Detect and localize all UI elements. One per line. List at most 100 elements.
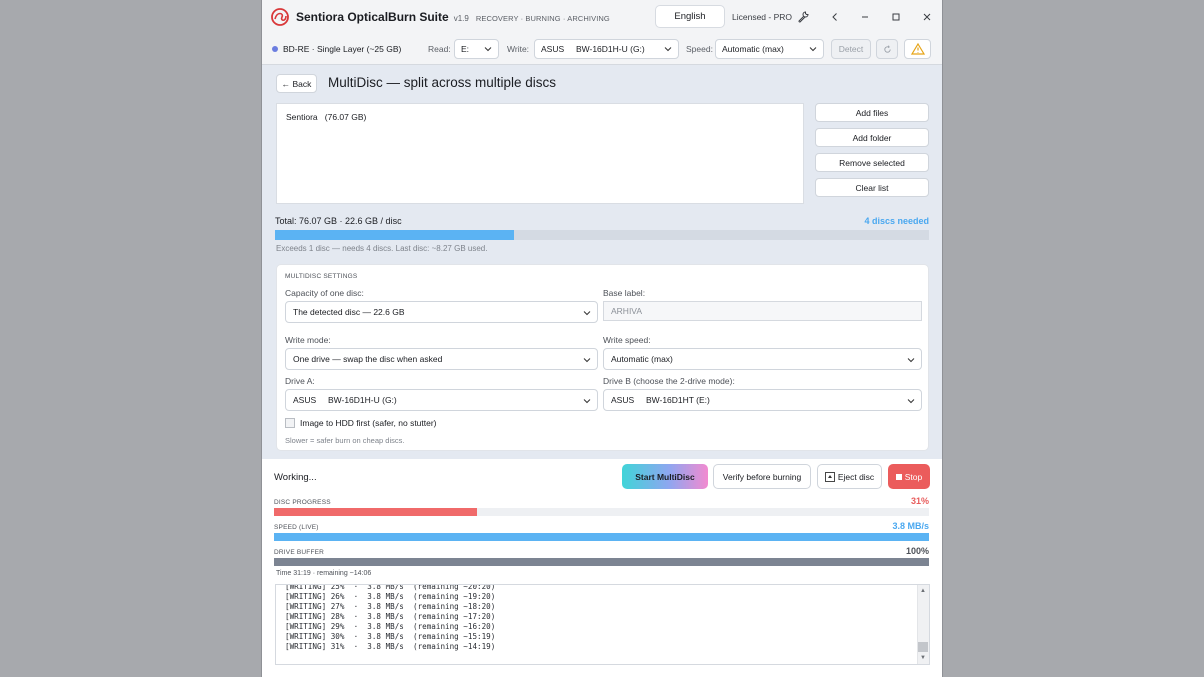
capacity-select[interactable]: The detected disc — 22.6 GB bbox=[285, 301, 598, 323]
close-icon[interactable] bbox=[919, 9, 935, 25]
drive-a-label: Drive A: bbox=[285, 376, 315, 386]
burn-log[interactable]: [WRITING] 25% · 3.8 MB/s (remaining ~20:… bbox=[275, 584, 930, 665]
chevron-down-icon bbox=[907, 399, 915, 404]
log-line: [WRITING] 25% · 3.8 MB/s (remaining ~20:… bbox=[285, 584, 496, 591]
write-mode-label: Write mode: bbox=[285, 335, 331, 345]
write-label: Write: bbox=[507, 44, 530, 54]
drive-b-select[interactable]: ASUS BW-16D1HT (E:) bbox=[603, 389, 922, 411]
app-version: v1.9 bbox=[453, 13, 469, 23]
wrench-icon[interactable] bbox=[795, 9, 811, 25]
disc-progress-value: 31% bbox=[910, 496, 929, 506]
chevron-down-icon bbox=[907, 358, 915, 363]
refresh-icon[interactable] bbox=[876, 39, 898, 59]
eject-disc-button[interactable]: Eject disc bbox=[817, 464, 882, 489]
write-speed-value: Automatic (max) bbox=[611, 354, 673, 364]
base-label-input[interactable]: ARHIVA bbox=[603, 301, 922, 321]
clear-list-button[interactable]: Clear list bbox=[815, 178, 929, 197]
image-to-hdd-checkbox[interactable] bbox=[285, 418, 295, 428]
disc-progress-fill bbox=[274, 508, 478, 516]
read-drive-select[interactable]: E: bbox=[454, 39, 499, 59]
write-drive-select[interactable]: ASUS BW-16D1H-U (G:) bbox=[534, 39, 679, 59]
app-logo-icon bbox=[271, 8, 289, 26]
detect-button[interactable]: Detect bbox=[831, 39, 871, 59]
image-to-hdd-label: Image to HDD first (safer, no stutter) bbox=[300, 418, 437, 428]
disc-progress-label: DISC PROGRESS bbox=[274, 499, 331, 506]
drive-buffer-fill bbox=[274, 558, 929, 566]
add-folder-button[interactable]: Add folder bbox=[815, 128, 929, 147]
list-item[interactable]: Sentiora (76.07 GB) bbox=[286, 112, 366, 122]
scroll-thumb[interactable] bbox=[918, 642, 928, 652]
file-name: Sentiora bbox=[286, 112, 318, 122]
disc-progress-bar bbox=[274, 508, 929, 516]
read-label: Read: bbox=[428, 44, 451, 54]
read-drive-value: E: bbox=[461, 44, 470, 54]
minimize-icon[interactable] bbox=[857, 9, 873, 25]
multidisc-settings-panel: MULTIDISC SETTINGS Capacity of one disc:… bbox=[276, 264, 929, 451]
log-line: [WRITING] 28% · 3.8 MB/s (remaining ~17:… bbox=[285, 612, 496, 621]
warning-icon[interactable] bbox=[904, 39, 931, 59]
stop-icon bbox=[895, 473, 902, 480]
file-list[interactable]: Sentiora (76.07 GB) bbox=[276, 103, 804, 204]
speed-live-value: 3.8 MB/s bbox=[892, 521, 929, 531]
scroll-up-icon[interactable]: ▲ bbox=[919, 587, 927, 595]
base-label-label: Base label: bbox=[603, 288, 646, 298]
chevron-down-icon bbox=[664, 47, 672, 52]
drive-b-value: ASUS BW-16D1HT (E:) bbox=[611, 395, 710, 405]
speed-bar bbox=[274, 533, 929, 541]
start-multidisc-button[interactable]: Start MultiDisc bbox=[622, 464, 708, 489]
capacity-value: The detected disc — 22.6 GB bbox=[293, 307, 405, 317]
drive-a-select[interactable]: ASUS BW-16D1H-U (G:) bbox=[285, 389, 598, 411]
capacity-note: Exceeds 1 disc — needs 4 discs. Last dis… bbox=[276, 244, 488, 253]
maximize-icon[interactable] bbox=[888, 9, 904, 25]
speed-select[interactable]: Automatic (max) bbox=[715, 39, 824, 59]
capacity-bar-fill bbox=[275, 230, 515, 240]
log-line: [WRITING] 26% · 3.8 MB/s (remaining ~19:… bbox=[285, 592, 496, 601]
write-speed-select[interactable]: Automatic (max) bbox=[603, 348, 922, 370]
status-text: Working... bbox=[274, 472, 317, 483]
verify-button[interactable]: Verify before burning bbox=[713, 464, 811, 489]
speed-live-label: SPEED (LIVE) bbox=[274, 524, 319, 531]
discs-needed: 4 discs needed bbox=[864, 216, 929, 226]
stop-label: Stop bbox=[904, 471, 923, 482]
log-scrollbar[interactable]: ▲ ▼ bbox=[917, 585, 929, 664]
log-line: [WRITING] 27% · 3.8 MB/s (remaining ~18:… bbox=[285, 602, 496, 611]
scroll-down-icon[interactable]: ▼ bbox=[919, 654, 927, 662]
language-button[interactable]: English bbox=[655, 5, 725, 28]
app-window: Sentiora OpticalBurn Suite v1.9 RECOVERY… bbox=[261, 0, 943, 677]
app-title: Sentiora OpticalBurn Suite bbox=[296, 10, 449, 24]
eject-label: Eject disc bbox=[837, 471, 875, 482]
write-mode-select[interactable]: One drive — swap the disc when asked bbox=[285, 348, 598, 370]
chevron-down-icon bbox=[809, 47, 817, 52]
chevron-down-icon bbox=[583, 311, 591, 316]
disc-status-dot bbox=[272, 46, 278, 52]
add-files-button[interactable]: Add files bbox=[815, 103, 929, 122]
log-line: [WRITING] 31% · 3.8 MB/s (remaining ~14:… bbox=[285, 642, 496, 651]
stop-button[interactable]: Stop bbox=[888, 464, 930, 489]
disc-type-label: BD-RE · Single Layer (~25 GB) bbox=[283, 44, 402, 54]
page-title: MultiDisc — split across multiple discs bbox=[328, 75, 557, 90]
log-lines: [WRITING] 25% · 3.8 MB/s (remaining ~20:… bbox=[285, 584, 496, 652]
speed-label: Speed: bbox=[686, 44, 713, 54]
chevron-down-icon bbox=[484, 47, 492, 52]
drive-buffer-value: 100% bbox=[905, 546, 929, 556]
settings-heading: MULTIDISC SETTINGS bbox=[285, 273, 358, 280]
burn-status-panel: Working... Start MultiDisc Verify before… bbox=[262, 459, 942, 677]
capacity-bar bbox=[275, 230, 929, 240]
license-status: Licensed - PRO bbox=[732, 12, 792, 22]
chevron-down-icon bbox=[583, 399, 591, 404]
write-speed-label: Write speed: bbox=[603, 335, 651, 345]
total-size: Total: 76.07 GB · 22.6 GB / disc bbox=[275, 216, 402, 226]
back-button[interactable]: ← Back bbox=[276, 74, 317, 93]
eject-icon bbox=[824, 471, 835, 482]
capacity-label: Capacity of one disc: bbox=[285, 288, 364, 298]
drive-b-label: Drive B (choose the 2-drive mode): bbox=[603, 376, 735, 386]
write-drive-value: ASUS BW-16D1H-U (G:) bbox=[541, 44, 645, 54]
drive-buffer-bar bbox=[274, 558, 929, 566]
back-nav-icon[interactable] bbox=[827, 9, 843, 25]
remove-selected-button[interactable]: Remove selected bbox=[815, 153, 929, 172]
app-tagline: RECOVERY · BURNING · ARCHIVING bbox=[475, 13, 610, 23]
time-remaining: Time 31:19 · remaining ~14:06 bbox=[276, 570, 372, 577]
write-mode-value: One drive — swap the disc when asked bbox=[293, 354, 443, 364]
drive-a-value: ASUS BW-16D1H-U (G:) bbox=[293, 395, 397, 405]
speed-bar-fill bbox=[274, 533, 929, 541]
